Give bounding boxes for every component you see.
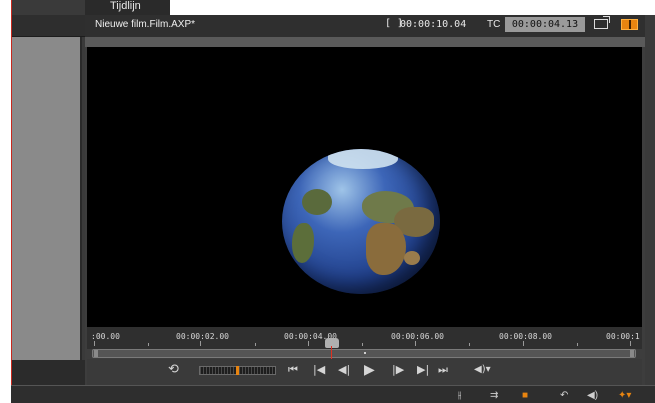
- ruler-tick-label: 00:00:02.00: [176, 332, 229, 341]
- ruler-tick: [630, 341, 631, 346]
- step-forward-button[interactable]: |▶: [392, 363, 404, 377]
- ruler-tick-label: :00.00: [91, 332, 120, 341]
- ruler-tick: [148, 343, 149, 346]
- globe-land: [302, 189, 332, 215]
- previous-frame-button[interactable]: |◀: [313, 363, 325, 377]
- window-edge: [11, 0, 12, 403]
- timecode-label: TC: [487, 19, 501, 30]
- undo-icon[interactable]: ↶: [560, 390, 568, 402]
- scrub-out-handle[interactable]: [630, 350, 634, 357]
- playhead-line: [331, 346, 332, 359]
- play-button[interactable]: ▶: [364, 363, 375, 377]
- fx-icon[interactable]: ✦▾: [618, 390, 631, 402]
- tab-timeline[interactable]: Tijdlijn: [85, 0, 170, 15]
- bottom-toolbar: [11, 385, 655, 403]
- left-lower-bar: [11, 360, 85, 385]
- audio-icon[interactable]: ◀): [587, 390, 598, 402]
- external-window-icon[interactable]: [594, 16, 610, 29]
- shuttle-position: [236, 366, 239, 375]
- dual-preview-icon[interactable]: [621, 19, 638, 30]
- globe-land: [292, 223, 314, 263]
- trim-icon[interactable]: ⇉: [490, 390, 498, 402]
- header-separator: [85, 37, 645, 47]
- ruler-tick: [577, 343, 578, 346]
- scrub-in-handle[interactable]: [94, 350, 98, 357]
- left-topbar: [11, 15, 85, 37]
- timecode-field[interactable]: 00:00:04.13: [505, 17, 585, 32]
- ruler-tick-label: 00:00:08.00: [499, 332, 552, 341]
- ruler-tick-label: 00:00:06.00: [391, 332, 444, 341]
- duration-value: 00:00:10.04: [400, 19, 467, 30]
- globe-ice: [328, 149, 398, 169]
- ruler-tick: [200, 341, 201, 346]
- marker-icon[interactable]: ■: [522, 390, 528, 402]
- ruler-tick: [362, 343, 363, 346]
- ruler-tick-label: 00:00:1: [606, 332, 640, 341]
- globe-land: [404, 251, 420, 265]
- tab-strip: [85, 0, 655, 15]
- right-frame: [645, 15, 655, 385]
- loop-button[interactable]: ⟲: [168, 363, 179, 377]
- go-end-button[interactable]: ⏭: [438, 363, 448, 377]
- step-back-button[interactable]: ◀|: [338, 363, 350, 377]
- ruler-tick: [469, 343, 470, 346]
- playhead-handle[interactable]: [325, 338, 339, 348]
- ruler-tick: [523, 341, 524, 346]
- ruler-tick: [308, 341, 309, 346]
- project-title: Nieuwe film.Film.AXP*: [95, 19, 196, 30]
- volume-button[interactable]: ◀)▾: [474, 363, 491, 377]
- video-preview: [87, 47, 642, 327]
- app-window: Tijdlijn Nieuwe film.Film.AXP* [ ] 00:00…: [0, 0, 655, 403]
- ruler-tick: [94, 341, 95, 346]
- go-start-button[interactable]: ⏮: [288, 363, 298, 377]
- scrub-marker: [364, 352, 366, 354]
- left-panel: [11, 37, 82, 360]
- split-icon[interactable]: ⫲: [458, 390, 461, 402]
- next-frame-button[interactable]: ▶|: [417, 363, 429, 377]
- time-ruler[interactable]: [87, 327, 642, 349]
- globe-land: [366, 223, 406, 275]
- ruler-tick: [255, 343, 256, 346]
- ruler-tick: [415, 341, 416, 346]
- globe-image: [282, 149, 440, 294]
